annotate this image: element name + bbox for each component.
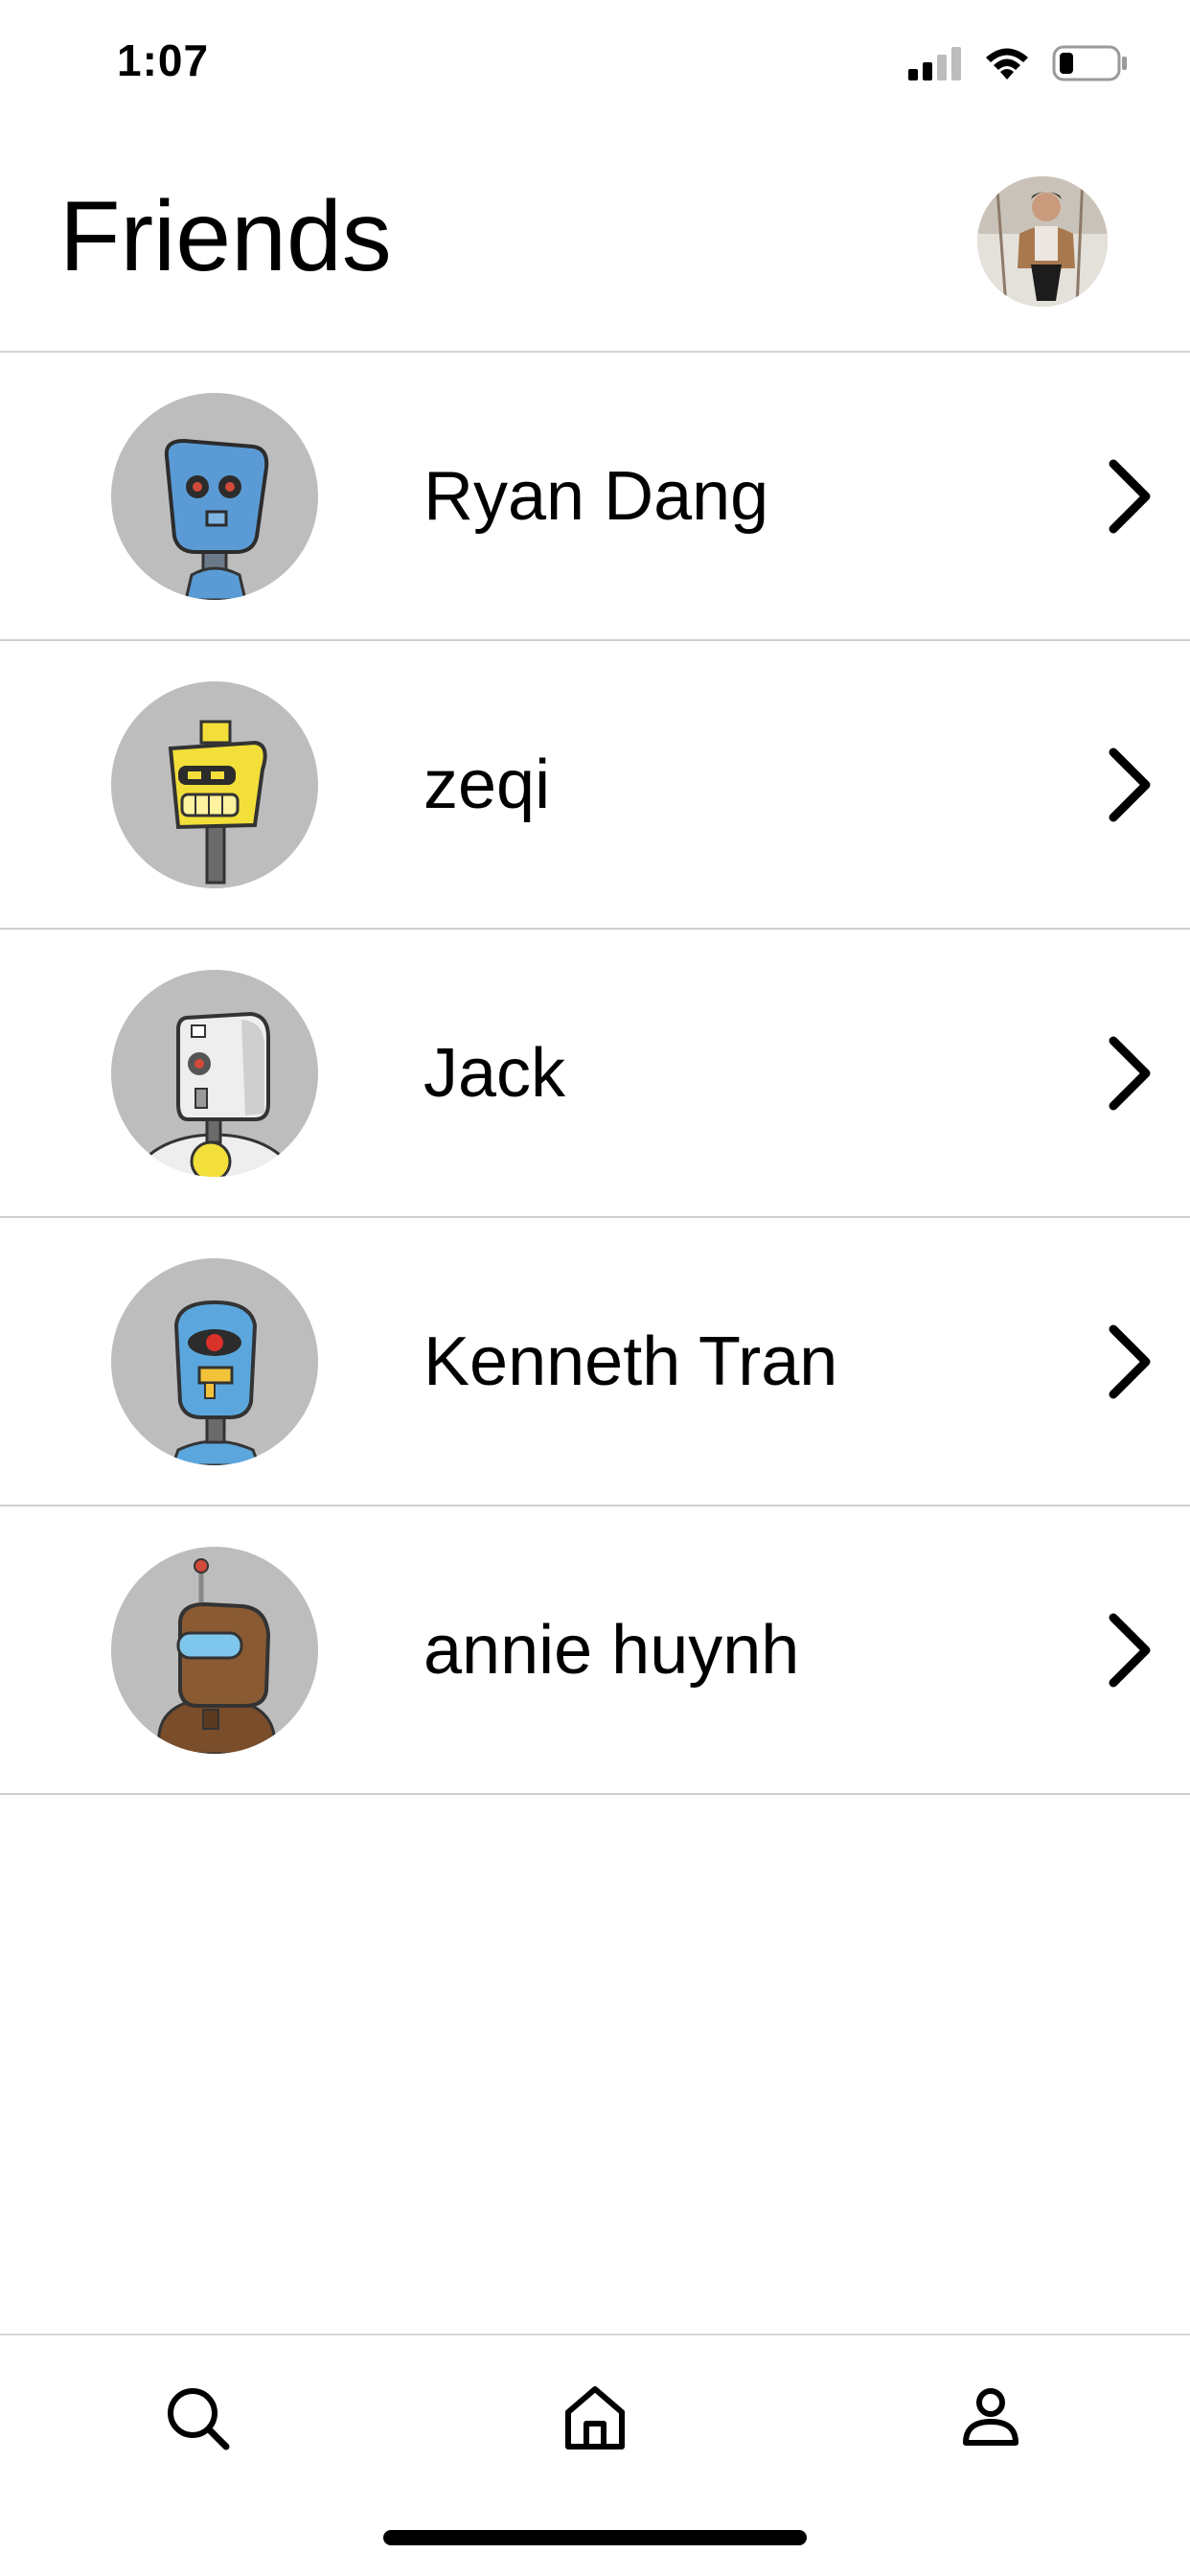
profile-photo	[977, 176, 1108, 307]
friend-name: annie huynh	[423, 1612, 800, 1689]
friend-name: Ryan Dang	[423, 458, 769, 535]
cellular-signal-icon	[908, 47, 961, 80]
list-item[interactable]: annie huynh	[0, 1506, 1190, 1795]
chevron-right-icon	[1109, 1613, 1151, 1688]
status-time: 1:07	[117, 35, 210, 85]
status-bar: 1:07	[0, 0, 1190, 134]
blue-robot-avatar	[164, 438, 269, 600]
status-icons	[908, 42, 1129, 84]
avatar	[111, 970, 318, 1177]
home-icon	[565, 2386, 625, 2450]
chevron-right-icon	[1109, 459, 1151, 534]
header: Friends	[0, 134, 1190, 353]
friends-list: Ryan Dang zeqi Jack Kenneth Tran annie h…	[0, 353, 1190, 1795]
chevron-right-icon	[1109, 1324, 1151, 1399]
search-icon	[168, 2388, 230, 2450]
profile-avatar-button[interactable]	[977, 176, 1108, 307]
friend-name: Kenneth Tran	[423, 1323, 838, 1400]
chevron-right-icon	[1109, 748, 1151, 822]
brown-robot-avatar	[157, 1558, 276, 1754]
list-item[interactable]: Jack	[0, 930, 1190, 1218]
avatar	[111, 393, 318, 600]
tab-home[interactable]	[549, 2372, 641, 2464]
white-robot-avatar	[134, 1011, 295, 1177]
friend-name: zeqi	[423, 747, 551, 823]
chevron-right-icon	[1109, 1036, 1151, 1111]
home-indicator[interactable]	[383, 2530, 807, 2545]
page-title: Friends	[59, 181, 392, 292]
avatar	[111, 1258, 318, 1465]
blue-cyclops-robot-avatar	[171, 1300, 261, 1465]
avatar	[111, 1547, 318, 1754]
tab-search[interactable]	[151, 2372, 243, 2464]
list-item[interactable]: zeqi	[0, 641, 1190, 930]
list-item[interactable]: Ryan Dang	[0, 353, 1190, 641]
friend-name: Jack	[423, 1035, 566, 1112]
yellow-robot-avatar	[168, 720, 267, 885]
avatar	[111, 681, 318, 888]
list-item[interactable]: Kenneth Tran	[0, 1218, 1190, 1506]
person-icon	[963, 2388, 1018, 2446]
tab-profile[interactable]	[945, 2372, 1037, 2464]
battery-icon	[1052, 45, 1127, 81]
wifi-icon	[986, 48, 1028, 80]
